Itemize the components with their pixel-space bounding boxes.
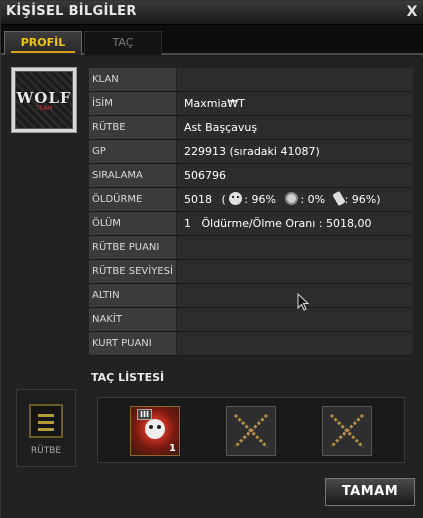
title-bar: KİŞİSEL BİLGİLER X <box>1 1 423 25</box>
window-title: KİŞİSEL BİLGİLER <box>6 4 137 19</box>
row-value: 229913 (sıradaki 41087) <box>177 140 413 163</box>
row-value <box>177 68 413 91</box>
crown-slot-2[interactable] <box>226 406 276 456</box>
row-value: Maxmia₩T <box>177 92 413 115</box>
info-row-clan: KLAN <box>89 68 413 92</box>
empty-slot-x-icon <box>329 413 365 449</box>
row-label: RÜTBE PUANI <box>89 236 176 259</box>
open-paren: ( <box>221 193 226 206</box>
row-value: 506796 <box>177 164 413 187</box>
row-label: KURT PUANI <box>89 332 176 355</box>
close-button[interactable]: X <box>404 3 420 21</box>
logo-subtext: TEAM <box>35 104 53 112</box>
info-row-wolf-points: KURT PUANI <box>89 332 413 356</box>
skull-icon <box>229 192 243 205</box>
row-label: GP <box>89 140 176 163</box>
tab-profile[interactable]: PROFİL <box>4 31 82 55</box>
knife-icon <box>331 190 346 207</box>
info-row-name: İSİM Maxmia₩T <box>89 92 413 116</box>
grenade-stat: : 0% <box>300 193 326 206</box>
row-value: Ast Başçavuş <box>177 116 413 139</box>
ok-button[interactable]: TAMAM <box>325 478 415 506</box>
row-label: SIRALAMA <box>89 164 176 187</box>
clan-emblem: WOLF TEAM <box>11 67 77 133</box>
row-label: ALTIN <box>89 284 176 307</box>
rank-insignia-icon <box>29 404 63 438</box>
info-table: KLAN İSİM Maxmia₩T RÜTBE Ast Başçavuş GP… <box>89 68 413 356</box>
crown-tier-badge: III <box>137 409 152 420</box>
crown-slots: III 1 <box>97 397 405 463</box>
knife-stat: : 96%) <box>344 193 381 206</box>
row-label: RÜTBE SEVİYESİ <box>89 260 176 283</box>
row-label: ÖLDÜRME <box>89 188 176 211</box>
skull-stat: : 96% <box>244 193 276 206</box>
rank-label: RÜTBE <box>30 446 62 456</box>
grenade-icon <box>285 192 299 205</box>
row-label: NAKİT <box>89 308 176 331</box>
row-value <box>177 260 413 283</box>
kill-count: 5018 <box>184 193 212 206</box>
crown-list-title: TAÇ LİSTESİ <box>91 371 165 384</box>
tab-crown[interactable]: TAÇ <box>84 31 162 55</box>
info-row-rank-points: RÜTBE PUANI <box>89 236 413 260</box>
crown-slot-1[interactable]: III 1 <box>130 406 180 456</box>
info-row-gold: ALTIN <box>89 284 413 308</box>
row-label: ÖLÜM <box>89 212 176 235</box>
row-value <box>177 308 413 331</box>
row-label: İSİM <box>89 92 176 115</box>
empty-slot-x-icon <box>233 413 269 449</box>
profile-content: WOLF TEAM KLAN İSİM Maxmia₩T RÜTBE Ast B… <box>1 57 423 518</box>
profile-window: KİŞİSEL BİLGİLER X PROFİL TAÇ WOLF TEAM … <box>0 0 423 518</box>
row-label: KLAN <box>89 68 176 91</box>
wolf-team-logo: WOLF TEAM <box>15 71 73 129</box>
crown-slot-3[interactable] <box>322 406 372 456</box>
mouse-cursor-icon <box>297 293 310 311</box>
row-label: RÜTBE <box>89 116 176 139</box>
info-row-rank: RÜTBE Ast Başçavuş <box>89 116 413 140</box>
skull-crown-icon <box>145 419 165 439</box>
info-row-rank-level: RÜTBE SEVİYESİ <box>89 260 413 284</box>
row-value <box>177 284 413 307</box>
tab-bar: PROFİL TAÇ <box>1 25 423 55</box>
info-row-deaths: ÖLÜM 1 Öldürme/Ölme Oranı : 5018,00 <box>89 212 413 236</box>
info-row-gp: GP 229913 (sıradaki 41087) <box>89 140 413 164</box>
row-value <box>177 332 413 355</box>
row-value-kills: 5018 ( : 96% : 0% : 96%) <box>177 188 413 211</box>
row-value <box>177 236 413 259</box>
crown-count: 1 <box>169 443 176 454</box>
kill-stats: ( : 96% : 0% : 96%) <box>222 188 381 211</box>
info-row-kills: ÖLDÜRME 5018 ( : 96% : 0% : 96%) <box>89 188 413 212</box>
info-row-cash: NAKİT <box>89 308 413 332</box>
rank-box: RÜTBE <box>16 389 76 467</box>
row-value: 1 Öldürme/Ölme Oranı : 5018,00 <box>177 212 413 235</box>
info-row-ranking: SIRALAMA 506796 <box>89 164 413 188</box>
